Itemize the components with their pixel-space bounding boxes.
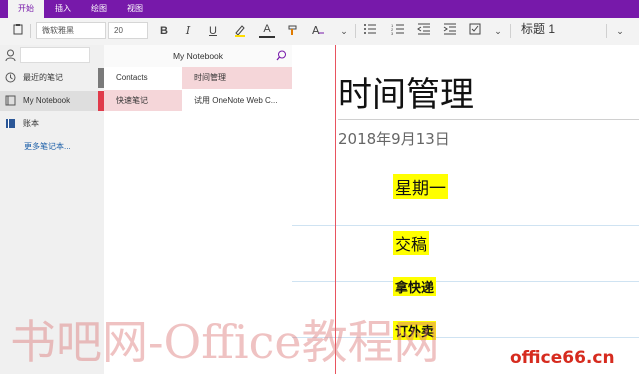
tab-insert[interactable]: 插入	[46, 0, 80, 18]
nav-item-recent[interactable]: 最近的笔记	[0, 68, 104, 88]
notebook-blue-icon	[4, 114, 16, 137]
note-item[interactable]: 拿快递	[393, 277, 437, 296]
clipboard-icon[interactable]	[10, 23, 26, 39]
watermark: 书吧网-Office教程网	[10, 315, 440, 369]
font-color-button[interactable]: A	[259, 23, 275, 38]
watermark-site: office66.cn	[508, 348, 617, 368]
increase-indent-icon[interactable]	[442, 23, 458, 39]
tab-view[interactable]: 视图	[118, 0, 152, 18]
highlighter-icon[interactable]	[232, 23, 248, 39]
clock-icon	[4, 68, 16, 91]
chevron-down-icon[interactable]: ⌄	[490, 23, 506, 39]
format-painter-icon[interactable]	[285, 23, 301, 39]
nav-item-label: My Notebook	[23, 96, 71, 105]
page-date: 2018年9月13日	[338, 130, 450, 148]
font-size-select[interactable]: 20	[108, 22, 148, 39]
nav-item-ledger[interactable]: 账本	[0, 114, 104, 134]
section-item-contacts[interactable]: Contacts	[104, 67, 182, 88]
ribbon-tabs: 开始 插入 绘图 视图	[0, 0, 639, 18]
chevron-down-icon[interactable]: ⌄	[612, 23, 628, 39]
nav-item-my-notebook[interactable]: My Notebook	[0, 91, 104, 111]
note-item[interactable]: 星期一	[393, 174, 448, 199]
notebook-title: My Notebook	[104, 45, 292, 67]
numbered-list-icon[interactable]: 123	[390, 23, 406, 39]
search-icon[interactable]	[276, 50, 287, 63]
more-notebooks-link[interactable]: 更多笔记本...	[24, 141, 71, 152]
font-family-select[interactable]: 微软雅黑	[36, 22, 106, 39]
bullet-list-icon[interactable]	[362, 23, 378, 39]
nav-item-label: 最近的笔记	[23, 73, 63, 82]
bold-button[interactable]: B	[156, 23, 172, 39]
page-item-time-management[interactable]: 时间管理	[182, 67, 292, 89]
toolbar: 微软雅黑 20 B I U A A ⌄ 123 ⌄ 标题 1 ⌄	[0, 18, 639, 46]
note-item[interactable]: 交稿	[393, 231, 430, 255]
style-select[interactable]: 标题 1	[516, 22, 604, 39]
page-item-try-onenote[interactable]: 试用 OneNote Web C...	[182, 90, 292, 112]
clear-format-icon[interactable]: A	[310, 23, 326, 39]
section-item-quick-notes[interactable]: 快速笔记	[104, 90, 182, 111]
nav-item-label: 账本	[23, 119, 39, 128]
underline-button[interactable]: U	[205, 23, 221, 39]
decrease-indent-icon[interactable]	[416, 23, 432, 39]
svg-text:A: A	[312, 24, 320, 37]
tab-draw[interactable]: 绘图	[82, 0, 116, 18]
tab-home[interactable]: 开始	[8, 0, 44, 18]
checkbox-icon[interactable]	[467, 23, 483, 39]
user-icon[interactable]	[5, 49, 16, 63]
notebook-icon	[4, 91, 16, 114]
chevron-down-icon[interactable]: ⌄	[336, 23, 352, 39]
italic-button[interactable]: I	[180, 23, 196, 39]
svg-text:3: 3	[391, 31, 394, 35]
nav-header	[0, 45, 104, 67]
page-title[interactable]: 时间管理	[338, 67, 474, 116]
search-input[interactable]	[20, 47, 90, 63]
